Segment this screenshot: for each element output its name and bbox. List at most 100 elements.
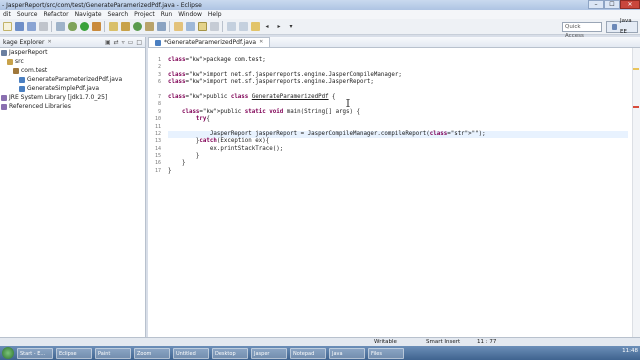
next-annotation-icon[interactable]	[226, 22, 236, 31]
code-line[interactable]: }	[168, 153, 628, 160]
tree-item[interactable]: com.test	[0, 66, 145, 75]
code-line[interactable]: class="kw">package com.test;	[168, 57, 628, 64]
taskbar-button[interactable]: Paint	[95, 347, 131, 359]
menu-window[interactable]: Window	[175, 11, 205, 18]
code-line[interactable]: class="kw">import net.sf.jasperreports.e…	[168, 79, 628, 86]
code-line[interactable]	[168, 87, 628, 94]
code-line[interactable]: JasperReport jasperReport = JasperCompil…	[168, 130, 628, 139]
taskbar-button[interactable]: Untitled	[173, 347, 209, 359]
status-bar: Writable Smart Insert 11 : 77	[0, 337, 640, 346]
new-java-project-icon[interactable]	[108, 22, 118, 31]
code-line[interactable]: }	[168, 160, 628, 167]
new-icon[interactable]	[2, 22, 12, 31]
maximize-button[interactable]: ☐	[604, 0, 620, 9]
line-number: 1	[157, 57, 161, 63]
menu-run[interactable]: Run	[158, 11, 176, 18]
debug-icon[interactable]	[67, 22, 77, 31]
open-type-icon[interactable]	[144, 22, 154, 31]
library-icon	[1, 103, 7, 110]
start-button[interactable]	[2, 347, 14, 359]
tab-close-icon[interactable]: ✕	[259, 38, 263, 47]
line-number: 9	[157, 108, 161, 115]
taskbar-button[interactable]: Files	[368, 347, 404, 359]
java-file-icon	[19, 85, 25, 92]
tab-close-icon[interactable]: ✕	[47, 39, 51, 45]
tree-item-label: com.test	[21, 67, 48, 74]
open-task-icon[interactable]	[156, 22, 166, 31]
tree-item[interactable]: Referenced Libraries	[0, 102, 145, 111]
editor-tab-active[interactable]: *GenerateParamerizedPdf.java ✕	[148, 37, 271, 47]
code-area[interactable]: class="kw">package com.test; class="kw">i…	[168, 57, 628, 175]
toggle-mark-icon[interactable]	[185, 22, 195, 31]
tree-item[interactable]: JRE System Library [jdk1.7.0_25]	[0, 93, 145, 102]
external-tools-icon[interactable]	[91, 22, 101, 31]
print-icon[interactable]	[38, 22, 48, 31]
show-whitespace-icon[interactable]	[209, 22, 219, 31]
tree-item[interactable]: GenerateSimplePdf.java	[0, 84, 145, 93]
menu-edit[interactable]: dit	[0, 11, 14, 18]
code-line[interactable]: }	[168, 168, 628, 175]
new-package-icon[interactable]	[120, 22, 130, 31]
text-cursor-icon	[346, 98, 350, 108]
warning-marker[interactable]	[633, 68, 639, 70]
code-line[interactable]	[168, 124, 628, 131]
code-line[interactable]: }catch(Exception ex){	[168, 138, 628, 145]
collapse-all-icon[interactable]: ▣	[105, 39, 111, 46]
close-button[interactable]: ✕	[620, 0, 640, 9]
code-line[interactable]: class="kw">import net.sf.jasperreports.e…	[168, 72, 628, 79]
maximize-view-icon[interactable]: □	[136, 39, 142, 46]
tree-item[interactable]: src	[0, 57, 145, 66]
menu-refactor[interactable]: Refactor	[40, 11, 71, 18]
minimize-button[interactable]: –	[588, 0, 604, 9]
code-line[interactable]	[168, 64, 628, 71]
run-icon[interactable]	[79, 22, 89, 31]
os-taskbar: Start - E... Eclipse Paint Zoom Untitled Desk…	[0, 346, 640, 360]
menu-navigate[interactable]: Navigate	[72, 11, 105, 18]
link-editor-icon[interactable]: ⇄	[114, 39, 119, 46]
last-edit-icon[interactable]	[250, 22, 260, 31]
forward-arrow-icon[interactable]: ▸	[275, 22, 284, 31]
taskbar-button[interactable]: Notepad	[290, 347, 326, 359]
prev-annotation-icon[interactable]	[238, 22, 248, 31]
taskbar-button[interactable]: Java	[329, 347, 365, 359]
line-number	[148, 87, 162, 94]
menu-search[interactable]: Search	[105, 11, 132, 18]
java-file-icon	[19, 76, 25, 83]
source-folder-icon	[7, 58, 13, 65]
taskbar-button[interactable]: Jasper	[251, 347, 287, 359]
perspective-switcher[interactable]: Java EE	[606, 18, 638, 35]
task-buttons: Start - E... Eclipse Paint Zoom Untitled Desk…	[14, 347, 404, 359]
server-icon[interactable]	[55, 22, 65, 31]
code-line[interactable]: try{	[168, 116, 628, 123]
menu-help[interactable]: Help	[205, 11, 225, 18]
error-marker[interactable]	[633, 106, 639, 108]
quick-access-input[interactable]: Quick Access	[562, 22, 602, 39]
line-number-ruler: 1 2 3 6 7 8 9 10 11 12 13 14 15 16 17	[148, 57, 162, 175]
minimize-view-icon[interactable]: ▭	[128, 39, 134, 46]
taskbar-button[interactable]: Eclipse	[56, 347, 92, 359]
taskbar-button[interactable]: Zoom	[134, 347, 170, 359]
toggle-block-icon[interactable]	[197, 22, 207, 31]
save-all-icon[interactable]	[26, 22, 36, 31]
code-line[interactable]: ex.printStackTrace();	[168, 146, 628, 153]
vertical-scrollbar[interactable]	[632, 48, 640, 337]
taskbar-clock: 11:48	[622, 348, 638, 354]
tree-item[interactable]: GenerateParameterizedPdf.java	[0, 75, 145, 84]
back-arrow-icon[interactable]: ◂	[263, 22, 272, 31]
java-editor: *GenerateParamerizedPdf.java ✕ 1 2 3 6 7 8 9 10…	[148, 37, 640, 337]
new-class-icon[interactable]	[132, 22, 142, 31]
chevron-down-icon[interactable]: ▾	[287, 22, 296, 31]
code-line[interactable]: class="kw">public class GenerateParameri…	[168, 94, 628, 101]
line-number: 10	[154, 116, 161, 123]
code-line[interactable]	[168, 101, 628, 108]
taskbar-button[interactable]: Desktop	[212, 347, 248, 359]
package-explorer-tab[interactable]: kage Explorer	[0, 39, 47, 46]
menu-project[interactable]: Project	[131, 11, 158, 18]
tree-item[interactable]: JasperReport	[0, 48, 145, 57]
menu-source[interactable]: Source	[14, 11, 41, 18]
search-icon[interactable]	[173, 22, 183, 31]
view-menu-icon[interactable]: ▿	[122, 39, 125, 46]
save-icon[interactable]	[14, 22, 24, 31]
code-line[interactable]: class="kw">public static void main(Strin…	[168, 109, 628, 116]
taskbar-button[interactable]: Start - E...	[17, 347, 53, 359]
